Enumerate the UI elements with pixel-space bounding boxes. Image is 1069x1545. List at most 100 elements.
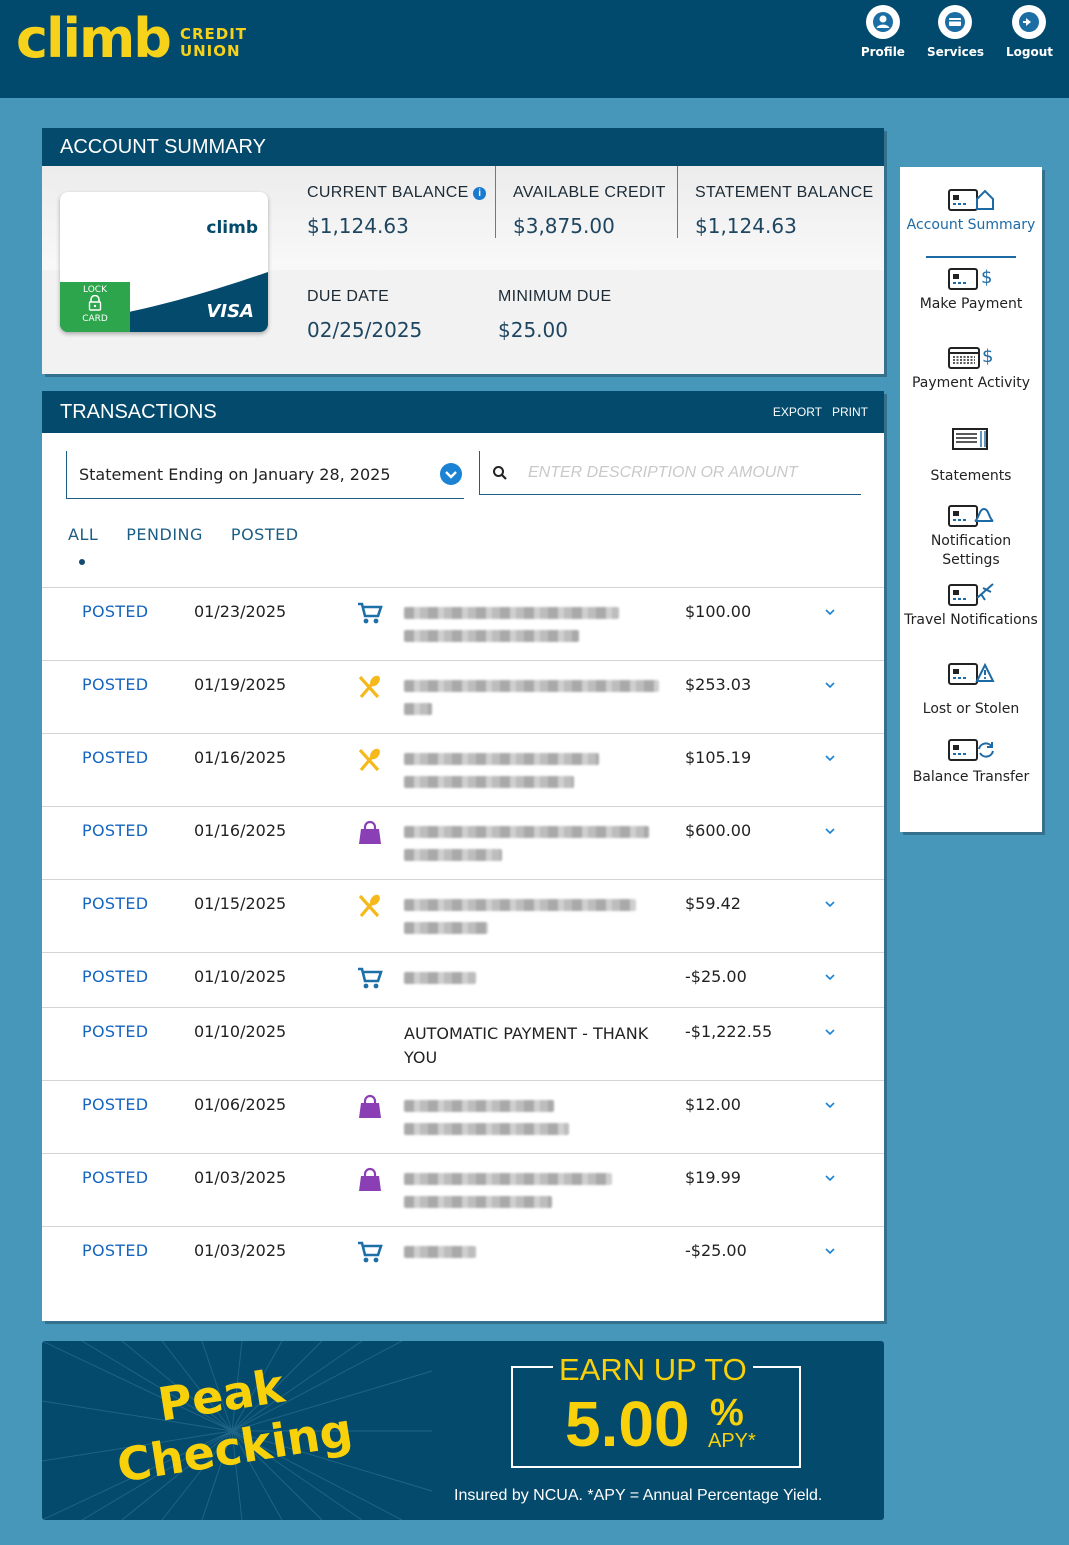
user-icon xyxy=(865,5,900,39)
sidebar-item-notification-settings[interactable]: Notification Settings xyxy=(900,503,1042,570)
brand-word: climb xyxy=(16,7,172,70)
info-icon[interactable]: i xyxy=(473,187,487,200)
transaction-date: 01/16/2025 xyxy=(194,821,287,840)
transaction-row[interactable]: POSTED 01/23/2025 $100.00 xyxy=(42,587,884,660)
sidebar-item-payment-activity[interactable]: $ Payment Activity xyxy=(900,345,1042,393)
available-credit-stat: AVAILABLE CREDIT $3,875.00 xyxy=(513,184,666,238)
chevron-down-icon[interactable] xyxy=(824,1026,836,1038)
cart-icon xyxy=(358,602,383,624)
transaction-amount: $100.00 xyxy=(685,602,752,621)
transaction-date: 01/10/2025 xyxy=(194,1022,287,1041)
transactions-actions: EXPORT PRINT xyxy=(773,405,884,419)
transaction-date: 01/10/2025 xyxy=(194,967,287,986)
transaction-amount: -$25.00 xyxy=(685,1241,747,1260)
dining-icon xyxy=(358,675,380,699)
balance-transfer-icon xyxy=(948,739,994,761)
transaction-row[interactable]: POSTED 01/03/2025 -$25.00 xyxy=(42,1226,884,1286)
sidebar-item-account-summary[interactable]: Account Summary xyxy=(900,187,1042,235)
transaction-date: 01/03/2025 xyxy=(194,1168,287,1187)
lock-card-button[interactable]: LOCK CARD xyxy=(60,282,130,332)
print-link[interactable]: PRINT xyxy=(832,405,868,419)
transaction-description: AUTOMATIC PAYMENT - THANK YOU xyxy=(404,1024,649,1067)
warning-icon xyxy=(948,662,995,685)
chevron-down-icon[interactable] xyxy=(824,971,836,983)
chevron-down-icon[interactable] xyxy=(824,1099,836,1111)
transaction-status: POSTED xyxy=(82,1168,149,1187)
transaction-description-redacted xyxy=(404,967,654,995)
transactions-title: TRANSACTIONS xyxy=(60,400,217,423)
due-date-stat: DUE DATE 02/25/2025 xyxy=(307,288,422,342)
status-tabs: ALL PENDING POSTED xyxy=(68,525,299,565)
transaction-description-redacted xyxy=(404,1241,654,1269)
shopping-bag-icon xyxy=(359,820,381,844)
transaction-row[interactable]: POSTED 01/16/2025 $105.19 xyxy=(42,733,884,806)
sidebar-label: Lost or Stolen xyxy=(922,701,1020,717)
transactions-header: TRANSACTIONS EXPORT PRINT xyxy=(42,391,884,433)
transaction-row[interactable]: POSTED 01/10/2025 AUTOMATIC PAYMENT - TH… xyxy=(42,1007,884,1080)
card-brand: climb xyxy=(206,218,258,238)
transaction-row[interactable]: POSTED 01/16/2025 $600.00 xyxy=(42,806,884,879)
transaction-amount: $253.03 xyxy=(685,675,752,694)
sidebar-item-travel-notifications[interactable]: Travel Notifications xyxy=(900,582,1042,630)
sidebar-label: Notification Settings xyxy=(930,533,1012,568)
search-input[interactable] xyxy=(528,463,848,482)
chevron-down-icon[interactable] xyxy=(824,898,836,910)
chevron-down-icon[interactable] xyxy=(824,1172,836,1184)
search-icon xyxy=(493,465,507,480)
logout-label: Logout xyxy=(1005,45,1053,59)
sidebar-item-lost-or-stolen[interactable]: Lost or Stolen xyxy=(900,661,1042,719)
brand-logo[interactable]: climb CREDIT UNION xyxy=(16,12,247,66)
sidebar-label: Account Summary xyxy=(906,217,1036,233)
apy-label: APY* xyxy=(708,1430,756,1452)
minimum-due-value: $25.00 xyxy=(498,318,568,342)
transaction-date: 01/23/2025 xyxy=(194,602,287,621)
chevron-down-icon[interactable] xyxy=(824,606,836,618)
export-link[interactable]: EXPORT xyxy=(773,405,822,419)
tab-pending[interactable]: PENDING xyxy=(126,525,203,544)
transaction-date: 01/03/2025 xyxy=(194,1241,287,1260)
transaction-description-redacted xyxy=(404,894,654,945)
peak-checking-banner[interactable]: Peak Checking EARN UP TO 5.00 % APY* Ins… xyxy=(42,1341,884,1520)
lock-card-bottom-label: CARD xyxy=(82,314,108,324)
transaction-amount: -$1,222.55 xyxy=(685,1022,773,1041)
transaction-status: POSTED xyxy=(82,894,149,913)
transaction-description-redacted xyxy=(404,821,654,872)
transaction-date: 01/19/2025 xyxy=(194,675,287,694)
chevron-down-icon[interactable] xyxy=(824,679,836,691)
statement-select[interactable]: Statement Ending on January 28, 2025 xyxy=(66,451,464,499)
chevron-down-icon[interactable] xyxy=(824,825,836,837)
logout-button[interactable]: Logout xyxy=(1006,5,1053,59)
chevron-down-icon[interactable] xyxy=(824,1245,836,1257)
brand-sub: CREDIT UNION xyxy=(180,26,247,60)
transaction-row[interactable]: POSTED 01/10/2025 -$25.00 xyxy=(42,952,884,1007)
tab-all[interactable]: ALL xyxy=(68,525,98,565)
sidebar-item-balance-transfer[interactable]: Balance Transfer xyxy=(900,737,1042,787)
transaction-row[interactable]: POSTED 01/06/2025 $12.00 xyxy=(42,1080,884,1153)
chevron-down-icon xyxy=(440,463,462,485)
sidebar-label: Balance Transfer xyxy=(912,769,1030,785)
transaction-description-redacted xyxy=(404,1095,654,1146)
rate-value: 5.00 xyxy=(565,1388,690,1460)
stat-divider xyxy=(495,166,496,238)
transaction-status: POSTED xyxy=(82,821,149,840)
top-nav: Profile Services Logout xyxy=(861,5,1053,59)
services-label: Services xyxy=(926,45,984,59)
transaction-row[interactable]: POSTED 01/15/2025 $59.42 xyxy=(42,879,884,952)
lock-icon xyxy=(88,294,102,311)
tab-posted[interactable]: POSTED xyxy=(231,525,299,544)
transaction-date: 01/16/2025 xyxy=(194,748,287,767)
services-button[interactable]: Services xyxy=(927,5,984,59)
transaction-description-redacted xyxy=(404,1168,654,1219)
transactions-panel: TRANSACTIONS EXPORT PRINT Statement Endi… xyxy=(42,391,884,1321)
transaction-row[interactable]: POSTED 01/03/2025 $19.99 xyxy=(42,1153,884,1226)
profile-button[interactable]: Profile xyxy=(861,5,905,59)
promo-footnote: Insured by NCUA. *APY = Annual Percentag… xyxy=(454,1487,823,1504)
transaction-row[interactable]: POSTED 01/19/2025 $253.03 xyxy=(42,660,884,733)
sidebar-item-make-payment[interactable]: $ Make Payment xyxy=(900,266,1042,314)
account-summary-header: ACCOUNT SUMMARY xyxy=(42,128,884,166)
sidebar-label: Statements xyxy=(930,468,1012,484)
sidebar-item-statements[interactable]: Statements xyxy=(900,425,1042,486)
chevron-down-icon[interactable] xyxy=(824,752,836,764)
transaction-status: POSTED xyxy=(82,748,149,767)
svg-text:$: $ xyxy=(982,346,993,367)
